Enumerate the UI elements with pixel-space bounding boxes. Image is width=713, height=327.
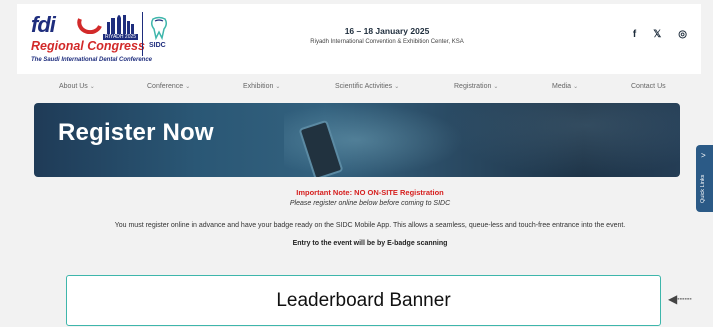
leaderboard-banner-label: Leaderboard Banner — [276, 290, 451, 311]
arrow-pointer-icon: ◀┄┄ — [668, 292, 692, 306]
sidc-logo[interactable]: SIDC — [142, 12, 172, 56]
nav-item-label: Scientific Activities — [335, 83, 393, 90]
nav-item-label: Conference — [147, 83, 184, 90]
site-header: fdi RIYADH 2025 Regional Congress The Sa… — [17, 4, 701, 74]
quick-links-tab[interactable]: > Quick Links — [696, 145, 713, 212]
chevron-down-icon: ⌄ — [185, 84, 191, 90]
page-title: Register Now — [58, 119, 214, 146]
nav-item-label: About Us — [59, 83, 88, 90]
smile-logo-icon — [77, 18, 102, 34]
nav-item-label: Media — [552, 83, 572, 90]
entry-note: Entry to the event will be by E-badge sc… — [292, 240, 448, 247]
nav-item-scientific-activities[interactable]: Scientific Activities ⌄ — [335, 83, 399, 90]
event-date: 16 – 18 January 2025 — [344, 26, 430, 36]
event-info: 16 – 18 January 2025 Riyadh Internationa… — [247, 26, 527, 45]
riyadh-skyline-icon — [107, 15, 134, 34]
logo-brand: fdi — [31, 12, 56, 37]
hero-banner: Register Now — [34, 103, 680, 177]
quick-links-label: Quick Links — [700, 174, 706, 203]
registration-info: Important Note: NO ON-SITE Registration … — [60, 187, 680, 249]
nav-item-label: Contact Us — [631, 83, 666, 90]
chevron-down-icon: ⌄ — [89, 84, 95, 90]
important-note: Important Note: NO ON-SITE Registration — [296, 188, 444, 197]
chevron-down-icon: ⌄ — [573, 84, 579, 90]
leaderboard-banner[interactable]: Leaderboard Banner — [66, 275, 661, 326]
nav-item-label: Registration — [454, 83, 492, 90]
nav-item-about-us[interactable]: About Us ⌄ — [59, 83, 95, 90]
chevron-down-icon: ⌄ — [394, 84, 400, 90]
registration-paragraph: You must register online in advance and … — [114, 222, 626, 229]
chevron-right-icon: > — [701, 151, 706, 160]
social-links: f 𝕏 ◎ — [633, 29, 687, 41]
chevron-down-icon: ⌄ — [275, 84, 281, 90]
nav-item-contact-us[interactable]: Contact Us — [631, 83, 666, 90]
hero-background-shade — [444, 103, 680, 177]
nav-item-media[interactable]: Media ⌄ — [552, 83, 578, 90]
event-venue: Riyadh International Convention & Exhibi… — [310, 39, 464, 45]
chevron-down-icon: ⌄ — [493, 84, 499, 90]
main-nav: About Us ⌄ Conference ⌄ Exhibition ⌄ Scient… — [17, 74, 701, 100]
logo-tagline: The Saudi International Dental Conferenc… — [31, 57, 153, 63]
nav-item-registration[interactable]: Registration ⌄ — [454, 83, 498, 90]
nav-item-conference[interactable]: Conference ⌄ — [147, 83, 190, 90]
logo-event-name: Regional Congress — [31, 39, 145, 53]
sidc-label: SIDC — [149, 42, 166, 49]
tooth-icon — [150, 16, 168, 40]
register-online-note: Please register online below before comi… — [289, 200, 451, 207]
x-twitter-icon[interactable]: 𝕏 — [653, 29, 661, 41]
nav-item-exhibition[interactable]: Exhibition ⌄ — [243, 83, 280, 90]
instagram-icon[interactable]: ◎ — [678, 29, 687, 41]
facebook-icon[interactable]: f — [633, 29, 636, 41]
nav-item-label: Exhibition — [243, 83, 274, 90]
